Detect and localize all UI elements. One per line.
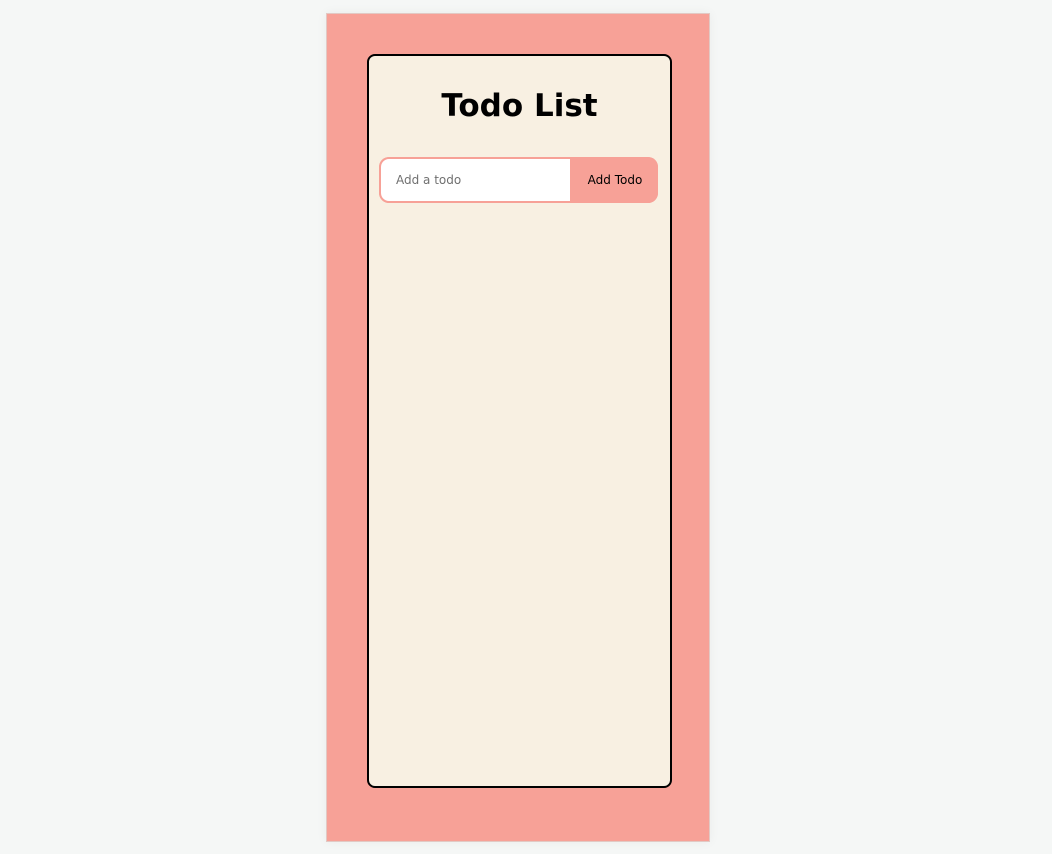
page-title: Todo List	[441, 88, 598, 124]
add-todo-button[interactable]: Add Todo	[572, 157, 658, 203]
add-todo-form: Add Todo	[379, 157, 658, 203]
todo-card: Todo List Add Todo	[367, 54, 672, 788]
app-frame: Todo List Add Todo	[326, 13, 710, 842]
todo-input[interactable]	[379, 157, 572, 203]
